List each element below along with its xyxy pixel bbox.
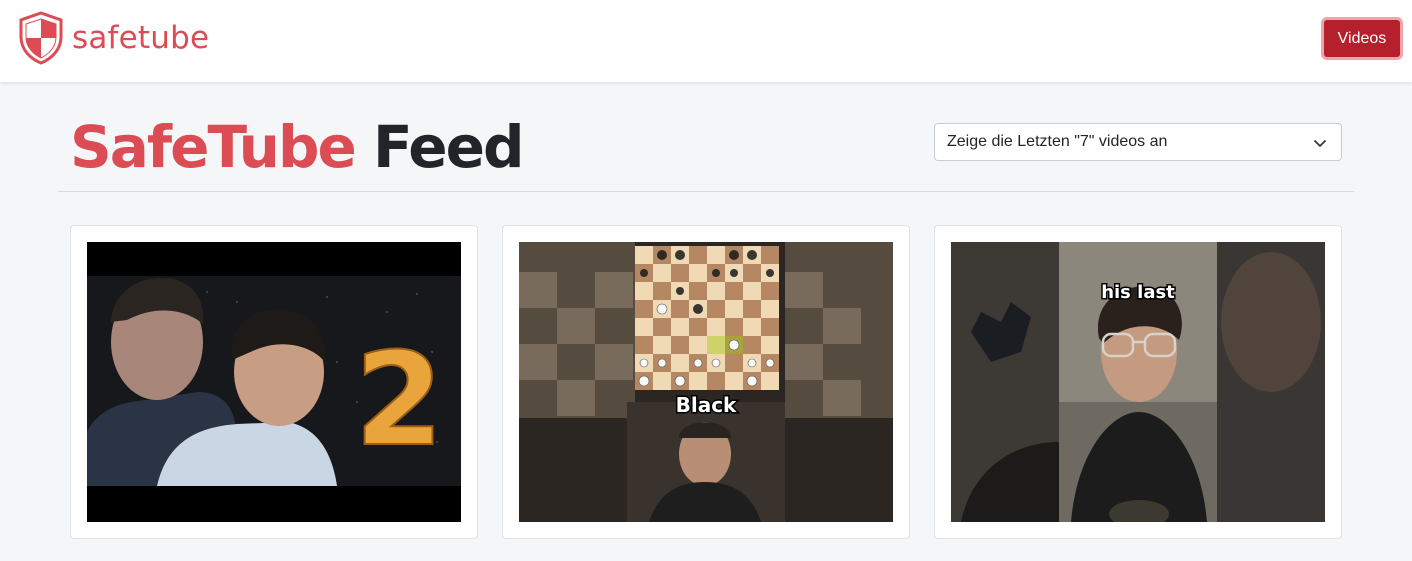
video-thumbnail-text: his last xyxy=(1101,282,1175,303)
brand-name: safetube xyxy=(72,20,210,56)
video-thumbnail[interactable]: his last xyxy=(951,242,1325,522)
page-title-accent: SafeTube xyxy=(70,113,357,181)
top-navbar: safetube Videos xyxy=(0,0,1412,82)
video-thumbnail[interactable]: Black xyxy=(519,242,893,522)
brand-link[interactable]: safetube xyxy=(18,10,209,66)
page-title-rest: Feed xyxy=(373,113,524,181)
video-card[interactable]: his last xyxy=(934,225,1342,539)
shield-icon xyxy=(19,11,63,65)
video-thumbnail[interactable]: 2 xyxy=(87,242,461,522)
video-count-select-value: Zeige die Letzten "7" videos an xyxy=(947,133,1168,150)
videos-button[interactable]: Videos xyxy=(1321,17,1403,60)
header-divider xyxy=(58,191,1354,192)
video-card[interactable]: Black xyxy=(502,225,910,539)
video-thumbnail-image: 2 xyxy=(87,242,461,522)
video-thumbnail-text: Black xyxy=(676,393,737,417)
chevron-down-icon xyxy=(1314,140,1326,147)
video-card[interactable]: 2 xyxy=(70,225,478,539)
video-count-select[interactable]: Zeige die Letzten "7" videos an xyxy=(934,123,1342,161)
video-thumbnail-text: 2 xyxy=(354,326,443,475)
video-thumbnail-image: Black xyxy=(519,242,893,522)
page-title: SafeTube Feed xyxy=(70,112,525,182)
video-thumbnail-image: his last xyxy=(951,242,1325,522)
